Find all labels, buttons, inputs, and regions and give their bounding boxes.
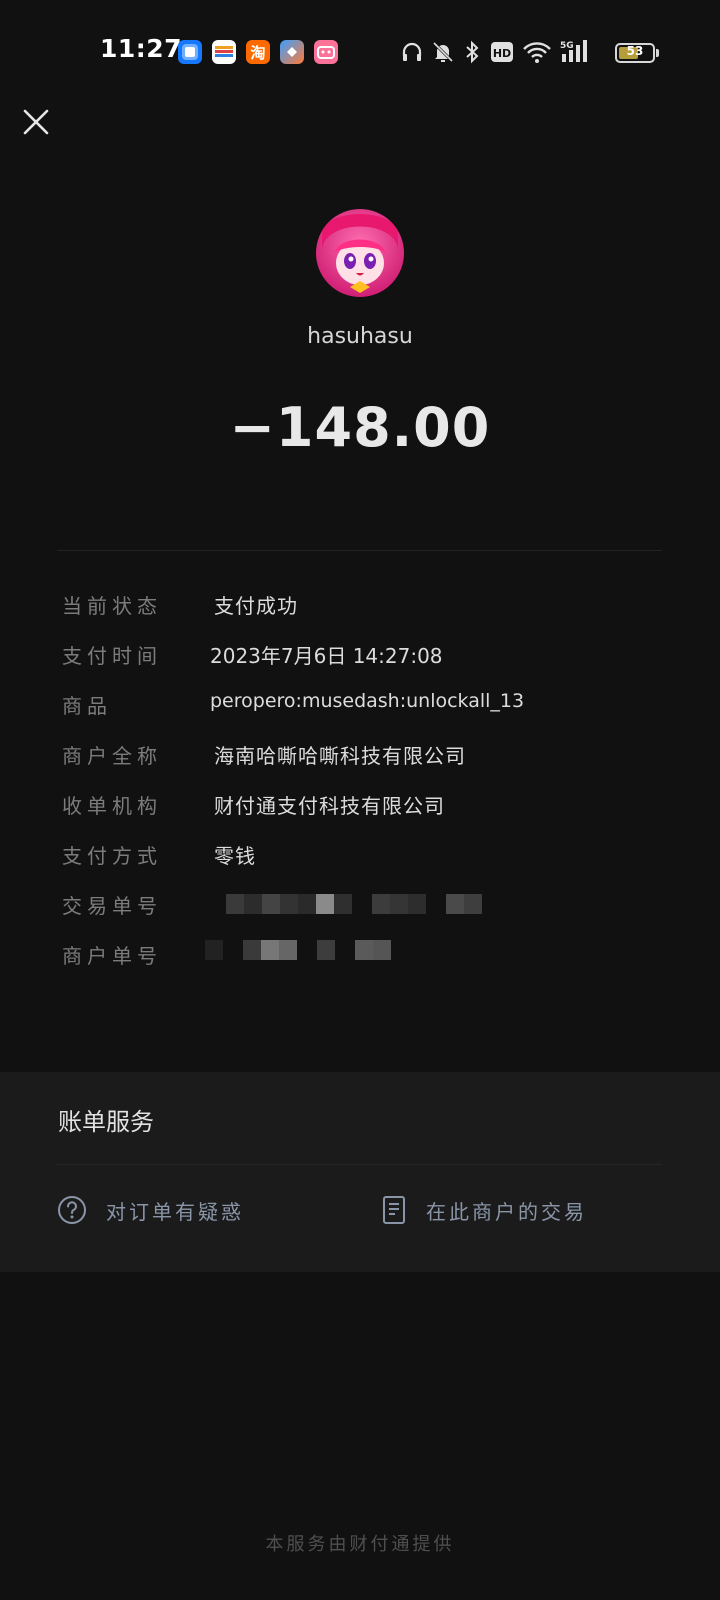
bluetooth-icon [462,40,482,68]
merchant-transactions-link[interactable]: 在此商户的交易 [380,1192,630,1228]
detail-label: 当前状态 [62,594,162,618]
redaction-block [464,894,482,914]
divider [57,550,662,551]
redaction-block [205,940,223,960]
redaction-block [355,940,373,960]
order-question-label: 对订单有疑惑 [106,1200,244,1224]
document-icon [383,1196,405,1224]
redaction-block [279,940,297,960]
detail-row-transaction-id: 交易单号 [0,890,720,930]
question-icon [58,1196,86,1224]
redaction-block [261,940,279,960]
battery-level: 53 [626,44,644,58]
bell-off-icon [431,40,455,68]
taobao-app-icon: 淘 [246,40,270,64]
status-bar: 11:27 淘 HD 5G 53 [0,0,720,105]
svg-text:5G: 5G [560,41,574,51]
detail-row-product: 商品 peropero:musedash:unlockall_13 [0,690,720,730]
detail-value: 海南哈嘶哈嘶科技有限公司 [214,744,466,768]
payment-amount: −148.00 [229,396,491,459]
detail-row-status: 当前状态 支付成功 [0,590,720,630]
detail-label: 收单机构 [62,794,162,818]
merchant-name: hasuhasu [307,324,413,349]
redaction-block [408,894,426,914]
bilibili-app-icon [314,40,338,64]
svg-text:淘: 淘 [249,44,265,62]
redaction-block [317,940,335,960]
svg-text:HD: HD [493,47,511,60]
detail-row-method: 支付方式 零钱 [0,840,720,880]
redaction-block [316,894,334,914]
detail-row-merchant-order-id: 商户单号 [0,940,720,980]
detail-row-time: 支付时间 2023年7月6日 14:27:08 [0,640,720,680]
merchant-transactions-label: 在此商户的交易 [426,1200,587,1224]
redaction-block [262,894,280,914]
close-button[interactable] [16,102,56,142]
redaction-block [244,894,262,914]
divider [57,1164,662,1165]
shortcut-app-icon [280,40,304,64]
battery-tip [656,49,659,57]
merchant-avatar [316,209,404,297]
alipay-app-icon [178,40,202,64]
hd-icon: HD [490,41,514,67]
detail-label: 商户全称 [62,744,162,768]
detail-value: 2023年7月6日 14:27:08 [210,644,443,668]
wallet-app-icon [212,40,236,64]
redaction-block [280,894,298,914]
redaction-block [372,894,390,914]
close-icon [23,109,49,135]
detail-value: 零钱 [214,844,256,868]
battery-icon: 53 [615,43,655,63]
detail-row-acquirer: 收单机构 财付通支付科技有限公司 [0,790,720,830]
status-time: 11:27 [100,34,183,63]
redaction-block [446,894,464,914]
wifi-icon [522,40,552,68]
redaction-block [390,894,408,914]
detail-label: 支付时间 [62,644,162,668]
detail-value: peropero:musedash:unlockall_13 [210,690,525,712]
detail-row-merchant: 商户全称 海南哈嘶哈嘶科技有限公司 [0,740,720,780]
detail-value: 财付通支付科技有限公司 [214,794,445,818]
redaction-block [243,940,261,960]
bill-service-card: 账单服务 对订单有疑惑 在此商户的交易 [0,1072,720,1272]
headphones-icon [400,40,424,68]
detail-label: 商品 [62,694,112,718]
signal-icon: 5G [558,38,594,68]
bill-service-title: 账单服务 [58,1108,154,1136]
detail-label: 支付方式 [62,844,162,868]
redaction-block [298,894,316,914]
redaction-block [226,894,244,914]
footer-note: 本服务由财付通提供 [265,1534,455,1555]
detail-label: 交易单号 [62,894,162,918]
redaction-block [373,940,391,960]
order-question-link[interactable]: 对订单有疑惑 [56,1192,286,1228]
detail-value: 支付成功 [214,594,298,618]
detail-label: 商户单号 [62,944,162,968]
redaction-block [334,894,352,914]
